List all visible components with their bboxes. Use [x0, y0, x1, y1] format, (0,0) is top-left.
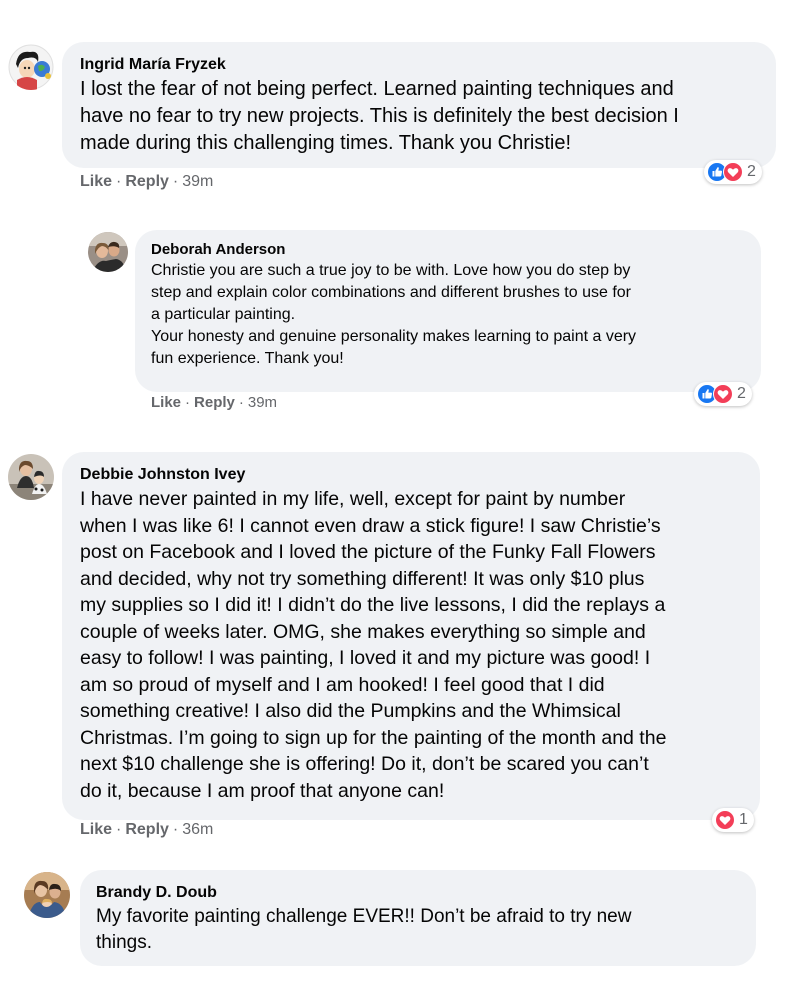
reaction-count: 2 — [747, 163, 756, 180]
comment-bubble: Brandy D. Doub My favorite painting chal… — [80, 870, 756, 966]
comment-author[interactable]: Deborah Anderson — [151, 240, 745, 260]
avatar[interactable] — [8, 44, 54, 90]
avatar[interactable] — [24, 872, 70, 918]
comment-actions: Like · Reply · 39m — [151, 394, 277, 411]
comment-author[interactable]: Ingrid María Fryzek — [80, 54, 758, 76]
comment-text: I lost the fear of not being perfect. Le… — [80, 78, 679, 154]
reply-button[interactable]: Reply — [125, 821, 169, 838]
reaction-count: 1 — [739, 811, 748, 828]
separator: · — [172, 173, 179, 190]
like-button[interactable]: Like — [80, 173, 112, 190]
reply-button[interactable]: Reply — [125, 173, 169, 190]
comment-actions: Like · Reply · 39m — [80, 173, 213, 191]
separator: · — [172, 821, 179, 838]
separator: · — [238, 394, 244, 411]
reactions-summary[interactable]: 1 — [712, 808, 754, 832]
timestamp[interactable]: 36m — [182, 821, 213, 838]
comment-bubble: Deborah Anderson Christie you are such a… — [135, 230, 761, 392]
love-icon — [715, 810, 735, 830]
love-icon — [723, 162, 743, 182]
comment-text: My favorite painting challenge EVER!! Do… — [96, 906, 632, 953]
avatar[interactable] — [88, 232, 128, 272]
comment-bubble: Ingrid María Fryzek I lost the fear of n… — [62, 42, 776, 168]
like-button[interactable]: Like — [80, 821, 112, 838]
timestamp[interactable]: 39m — [182, 173, 213, 190]
separator: · — [116, 173, 122, 190]
love-icon — [713, 384, 733, 404]
like-button[interactable]: Like — [151, 394, 181, 411]
comment-text: I have never painted in my life, well, e… — [80, 488, 667, 802]
comment-author[interactable]: Debbie Johnston Ivey — [80, 464, 742, 486]
comment-text: Christie you are such a true joy to be w… — [151, 262, 637, 367]
separator: · — [185, 394, 191, 411]
reactions-summary[interactable]: 2 — [694, 382, 752, 406]
reactions-summary[interactable]: 2 — [704, 160, 762, 184]
reaction-count: 2 — [737, 385, 746, 402]
comment-author[interactable]: Brandy D. Doub — [96, 882, 740, 904]
timestamp[interactable]: 39m — [248, 394, 277, 411]
comment-bubble: Debbie Johnston Ivey I have never painte… — [62, 452, 760, 820]
separator: · — [116, 821, 122, 838]
reply-button[interactable]: Reply — [194, 394, 235, 411]
avatar[interactable] — [8, 454, 54, 500]
comment-actions: Like · Reply · 36m — [80, 821, 213, 839]
